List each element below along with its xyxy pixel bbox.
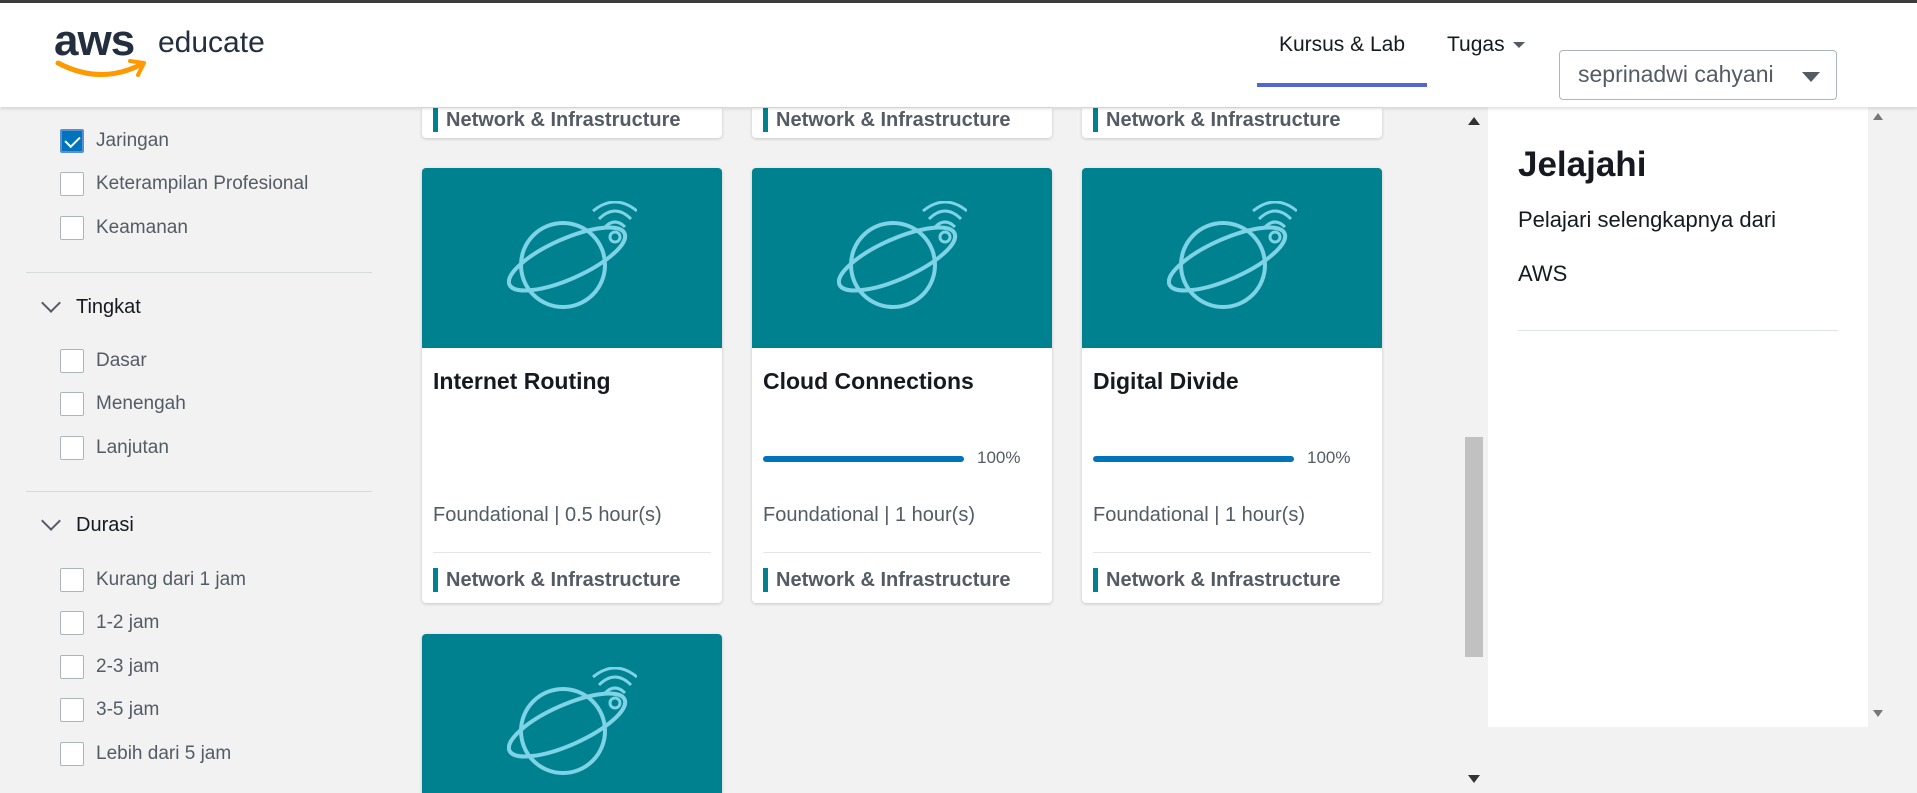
progress-bar bbox=[1093, 456, 1294, 462]
filter-3-5-jam[interactable]: 3-5 jam bbox=[60, 697, 159, 723]
checkbox[interactable] bbox=[60, 611, 84, 635]
nav-kursus-lab[interactable]: Kursus & Lab bbox=[1257, 25, 1427, 87]
nav-tugas[interactable]: Tugas bbox=[1447, 25, 1557, 87]
card-category: Network & Infrastructure bbox=[763, 108, 1011, 132]
card-title: Internet Routing bbox=[433, 368, 611, 394]
filter-lanjutan[interactable]: Lanjutan bbox=[60, 435, 169, 461]
card-image bbox=[1082, 168, 1382, 348]
aws-educate-logo[interactable]: aws educate bbox=[54, 17, 294, 87]
progress-label: 100% bbox=[1307, 448, 1351, 467]
divider bbox=[1518, 330, 1838, 331]
nav-tugas-label: Tugas bbox=[1447, 33, 1505, 56]
section-title: Tingkat bbox=[76, 295, 141, 318]
globe-wifi-icon bbox=[837, 201, 967, 309]
filter-label: 1-2 jam bbox=[96, 612, 160, 633]
globe-wifi-icon bbox=[507, 667, 637, 775]
filter-keterampilan-profesional[interactable]: Keterampilan Profesional bbox=[60, 171, 308, 197]
course-card-bottom-partial[interactable] bbox=[422, 634, 722, 793]
course-card-digital-divide[interactable]: Digital Divide 100% Foundational | 1 hou… bbox=[1082, 168, 1382, 603]
card-image bbox=[422, 168, 722, 348]
card-image bbox=[752, 168, 1052, 348]
card-meta: Foundational | 0.5 hour(s) bbox=[433, 504, 662, 526]
filter-jaringan[interactable]: Jaringan bbox=[60, 128, 169, 154]
checkbox[interactable] bbox=[60, 436, 84, 460]
filter-label: Keamanan bbox=[96, 217, 188, 238]
card-image bbox=[422, 634, 722, 793]
filter-sidebar: Jaringan Keterampilan Profesional Keaman… bbox=[0, 107, 400, 793]
chevron-down-icon bbox=[41, 293, 61, 313]
filter-label: Lanjutan bbox=[96, 437, 169, 458]
logo-educate-text: educate bbox=[158, 26, 265, 59]
card-category: Network & Infrastructure bbox=[433, 568, 681, 592]
progress-label: 100% bbox=[977, 448, 1021, 467]
checkbox[interactable] bbox=[60, 742, 84, 766]
card-divider bbox=[1093, 552, 1371, 553]
panel-scroll-up-icon[interactable] bbox=[1873, 113, 1883, 120]
course-card-partial[interactable]: Network & Infrastructure bbox=[752, 108, 1052, 138]
globe-wifi-icon bbox=[1167, 201, 1297, 309]
scroll-down-arrow-icon[interactable] bbox=[1468, 775, 1480, 783]
explore-aws-link[interactable]: AWS bbox=[1518, 261, 1567, 287]
globe-wifi-icon bbox=[507, 201, 637, 309]
filter-label: Dasar bbox=[96, 350, 147, 371]
filter-label: 2-3 jam bbox=[96, 656, 160, 677]
checkbox[interactable] bbox=[60, 698, 84, 722]
card-category: Network & Infrastructure bbox=[433, 108, 681, 132]
checkbox[interactable] bbox=[60, 172, 84, 196]
card-category: Network & Infrastructure bbox=[1093, 108, 1341, 132]
top-navbar: aws educate Kursus & Lab Tugas seprinadw… bbox=[0, 3, 1917, 107]
filter-label: Jaringan bbox=[96, 130, 169, 151]
checkbox[interactable] bbox=[60, 568, 84, 592]
checkbox[interactable] bbox=[60, 392, 84, 416]
filter-label: Lebih dari 5 jam bbox=[96, 743, 232, 764]
progress-bar bbox=[763, 456, 964, 462]
filter-menengah[interactable]: Menengah bbox=[60, 391, 186, 417]
section-toggle-durasi[interactable]: Durasi bbox=[41, 510, 134, 540]
scrollbar-thumb[interactable] bbox=[1465, 437, 1483, 657]
checkbox[interactable] bbox=[60, 655, 84, 679]
card-title: Digital Divide bbox=[1093, 368, 1239, 394]
explore-title: Jelajahi bbox=[1518, 145, 1647, 184]
filter-keamanan[interactable]: Keamanan bbox=[60, 215, 188, 241]
section-title: Durasi bbox=[76, 513, 134, 536]
checkbox[interactable] bbox=[60, 349, 84, 373]
dropdown-arrow-icon bbox=[1802, 72, 1820, 82]
filter-kurang-1-jam[interactable]: Kurang dari 1 jam bbox=[60, 567, 246, 593]
divider bbox=[26, 491, 372, 492]
course-card-partial[interactable]: Network & Infrastructure bbox=[1082, 108, 1382, 138]
filter-lebih-5-jam[interactable]: Lebih dari 5 jam bbox=[60, 741, 231, 767]
scroll-up-arrow-icon[interactable] bbox=[1468, 117, 1480, 125]
card-meta: Foundational | 1 hour(s) bbox=[763, 504, 975, 526]
card-divider bbox=[763, 552, 1041, 553]
caret-down-icon bbox=[1512, 42, 1525, 49]
main-scrollbar[interactable] bbox=[1463, 107, 1485, 793]
section-toggle-tingkat[interactable]: Tingkat bbox=[41, 292, 141, 322]
card-category: Network & Infrastructure bbox=[1093, 568, 1341, 592]
checkbox-checked[interactable] bbox=[60, 129, 84, 153]
filter-1-2-jam[interactable]: 1-2 jam bbox=[60, 610, 159, 636]
course-card-cloud-connections[interactable]: Cloud Connections 100% Foundational | 1 … bbox=[752, 168, 1052, 603]
filter-label: Kurang dari 1 jam bbox=[96, 569, 246, 590]
card-category: Network & Infrastructure bbox=[763, 568, 1011, 592]
user-name: seprinadwi cahyani bbox=[1578, 61, 1774, 87]
filter-label: Menengah bbox=[96, 393, 186, 414]
checkbox[interactable] bbox=[60, 216, 84, 240]
filter-dasar[interactable]: Dasar bbox=[60, 348, 147, 374]
explore-panel: Jelajahi Pelajari selengkapnya dari AWS bbox=[1488, 107, 1868, 727]
card-divider bbox=[433, 552, 711, 553]
explore-description: Pelajari selengkapnya dari bbox=[1518, 207, 1777, 232]
amazon-smile-icon bbox=[55, 59, 146, 77]
card-title: Cloud Connections bbox=[763, 368, 974, 394]
divider bbox=[26, 272, 372, 273]
course-card-internet-routing[interactable]: Internet Routing Foundational | 0.5 hour… bbox=[422, 168, 722, 603]
filter-2-3-jam[interactable]: 2-3 jam bbox=[60, 654, 159, 680]
filter-label: Keterampilan Profesional bbox=[96, 173, 309, 194]
card-meta: Foundational | 1 hour(s) bbox=[1093, 504, 1305, 526]
course-card-partial[interactable]: Network & Infrastructure bbox=[422, 108, 722, 138]
user-dropdown[interactable]: seprinadwi cahyani bbox=[1559, 50, 1837, 100]
chevron-down-icon bbox=[41, 511, 61, 531]
filter-label: 3-5 jam bbox=[96, 699, 160, 720]
panel-scroll-down-icon[interactable] bbox=[1873, 710, 1883, 717]
